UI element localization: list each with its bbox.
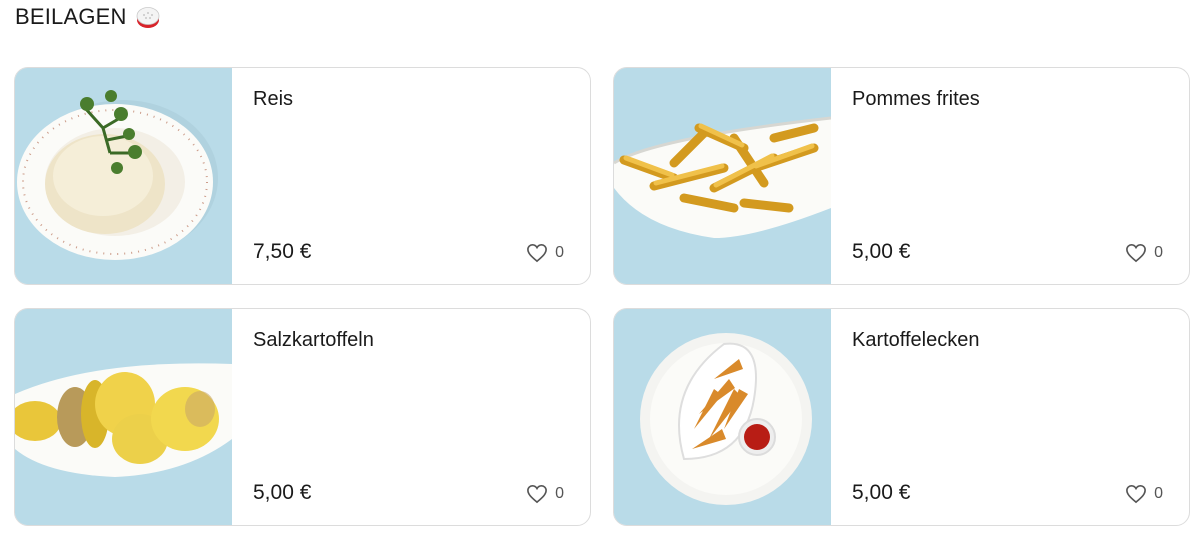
heart-icon: [527, 243, 548, 263]
fries-dish-icon: [614, 68, 831, 284]
like-count: 0: [1154, 244, 1163, 261]
item-price: 5,00 €: [852, 240, 911, 263]
like-button[interactable]: 0: [526, 243, 564, 263]
menu-item-card-reis[interactable]: Reis 7,50 € 0: [14, 67, 591, 285]
heart-icon: [527, 484, 548, 504]
section-title: BEILAGEN: [15, 4, 127, 29]
card-body: Salzkartoffeln 5,00 € 0: [232, 309, 590, 525]
boiled-potatoes-dish-icon: [15, 309, 232, 525]
like-button[interactable]: 0: [526, 484, 564, 504]
menu-item-card-kartoffelecken[interactable]: Kartoffelecken 5,00 € 0: [613, 308, 1190, 526]
menu-item-card-salzkartoffeln[interactable]: Salzkartoffeln 5,00 € 0: [14, 308, 591, 526]
rice-ball-icon: [136, 7, 160, 28]
section-header: BEILAGEN: [15, 4, 161, 30]
card-body: Kartoffelecken 5,00 € 0: [831, 309, 1189, 525]
like-count: 0: [1154, 485, 1163, 502]
item-price: 7,50 €: [253, 240, 312, 263]
card-body: Reis 7,50 € 0: [232, 68, 590, 284]
like-button[interactable]: 0: [1125, 243, 1163, 263]
item-price: 5,00 €: [852, 481, 911, 504]
menu-grid: Reis 7,50 € 0 Pommes frites 5,00 € 0 Sal…: [14, 67, 1190, 526]
like-count: 0: [555, 485, 564, 502]
rice-dish-icon: [15, 68, 232, 284]
like-button[interactable]: 0: [1125, 484, 1163, 504]
item-name: Pommes frites: [852, 88, 980, 110]
like-count: 0: [555, 244, 564, 261]
heart-icon: [1126, 484, 1147, 504]
card-body: Pommes frites 5,00 € 0: [831, 68, 1189, 284]
item-price: 5,00 €: [253, 481, 312, 504]
item-name: Reis: [253, 88, 294, 110]
item-name: Kartoffelecken: [852, 329, 980, 351]
item-name: Salzkartoffeln: [253, 329, 374, 351]
menu-item-card-pommes-frites[interactable]: Pommes frites 5,00 € 0: [613, 67, 1190, 285]
heart-icon: [1126, 243, 1147, 263]
potato-wedges-dish-icon: [614, 309, 831, 525]
